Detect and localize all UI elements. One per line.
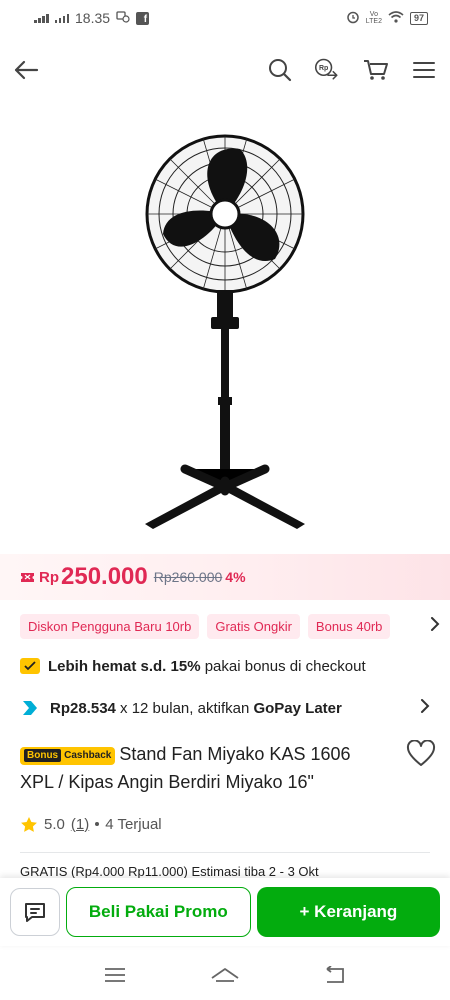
bonus-checkout-text: pakai bonus di checkout <box>200 657 366 675</box>
back-icon[interactable] <box>315 955 355 995</box>
gopay-later-row[interactable]: Rp28.534 x 12 bulan, aktifkan GoPay Late… <box>20 696 430 720</box>
rating-row: 5.0 (1) 4 Terjual <box>20 813 162 835</box>
home-icon[interactable] <box>205 955 245 995</box>
gopay-brand: GoPay Later <box>253 699 342 717</box>
divider <box>20 852 430 853</box>
svg-text:Rp: Rp <box>319 65 328 72</box>
gopay-later-icon <box>23 701 37 715</box>
product-title-row: Bonus Cashback Stand Fan Miyako KAS 1606 X… <box>20 739 440 796</box>
buy-with-promo-button[interactable]: Beli Pakai Promo <box>65 887 251 937</box>
system-nav-bar <box>0 950 450 1000</box>
bottom-action-bar: Beli Pakai Promo + Keranjang <box>0 878 450 946</box>
share-icon[interactable]: Rp <box>314 56 342 84</box>
promo-chip[interactable]: Bonus 40rb <box>307 613 391 639</box>
signal-icon <box>54 13 69 23</box>
back-arrow-icon[interactable] <box>12 56 40 84</box>
price-current: 250.000 <box>61 563 148 590</box>
ticket-icon <box>20 658 40 674</box>
wifi-icon <box>388 10 404 26</box>
chevron-right-icon[interactable] <box>420 699 430 717</box>
price-discount: 4% <box>225 569 246 585</box>
promo-row: Diskon Pengguna Baru 10rb Gratis Ongkir … <box>20 612 440 640</box>
promo-chip[interactable]: Gratis Ongkir <box>207 613 300 639</box>
star-icon <box>21 816 37 832</box>
menu-icon[interactable] <box>410 56 438 84</box>
sold-count: 4 Terjual <box>105 815 162 833</box>
volte-indicator: Vo LTE2 <box>365 11 382 25</box>
search-icon[interactable] <box>266 56 294 84</box>
signal-icon <box>34 13 49 23</box>
bonus-cashback-badge: Bonus Cashback <box>20 746 116 765</box>
app-header: Rp <box>0 44 450 96</box>
rating-score: 5.0 <box>44 815 65 833</box>
cart-icon[interactable] <box>362 56 390 84</box>
chat-icon <box>24 903 45 922</box>
chat-button[interactable] <box>10 888 60 936</box>
price-original: Rp260.000 <box>153 569 223 585</box>
price-currency: Rp <box>39 568 59 586</box>
product-title: Bonus Cashback Stand Fan Miyako KAS 1606 X… <box>20 740 382 796</box>
promo-chip[interactable]: Diskon Pengguna Baru 10rb <box>20 613 200 639</box>
alarm-icon <box>346 10 360 27</box>
price-section: Rp 250.000 Rp260.000 4% <box>0 554 450 600</box>
status-bar: 18.35 f Vo LTE2 97 <box>0 0 450 36</box>
bonus-checkout-row: Lebih hemat s.d. 15% pakai bonus di chec… <box>20 654 430 678</box>
status-time: 18.35 <box>75 10 111 26</box>
chevron-right-icon[interactable] <box>430 616 440 636</box>
separator-dot <box>95 822 100 826</box>
rating-count-link[interactable]: (1) <box>71 816 89 833</box>
bonus-checkout-bold: Lebih hemat s.d. 15% <box>48 657 201 675</box>
battery-indicator: 97 <box>409 11 428 25</box>
gopay-text: x 12 bulan, aktifkan <box>115 699 254 717</box>
sync-icon <box>116 10 130 26</box>
add-to-cart-button[interactable]: + Keranjang <box>256 887 440 937</box>
facebook-icon: f <box>136 11 150 25</box>
product-image[interactable] <box>0 104 450 554</box>
wishlist-heart-icon[interactable] <box>406 739 436 770</box>
recent-apps-icon[interactable] <box>95 955 135 995</box>
flash-price-icon <box>21 573 34 582</box>
stand-fan-image <box>145 134 305 529</box>
gopay-amount: Rp28.534 <box>50 699 116 717</box>
